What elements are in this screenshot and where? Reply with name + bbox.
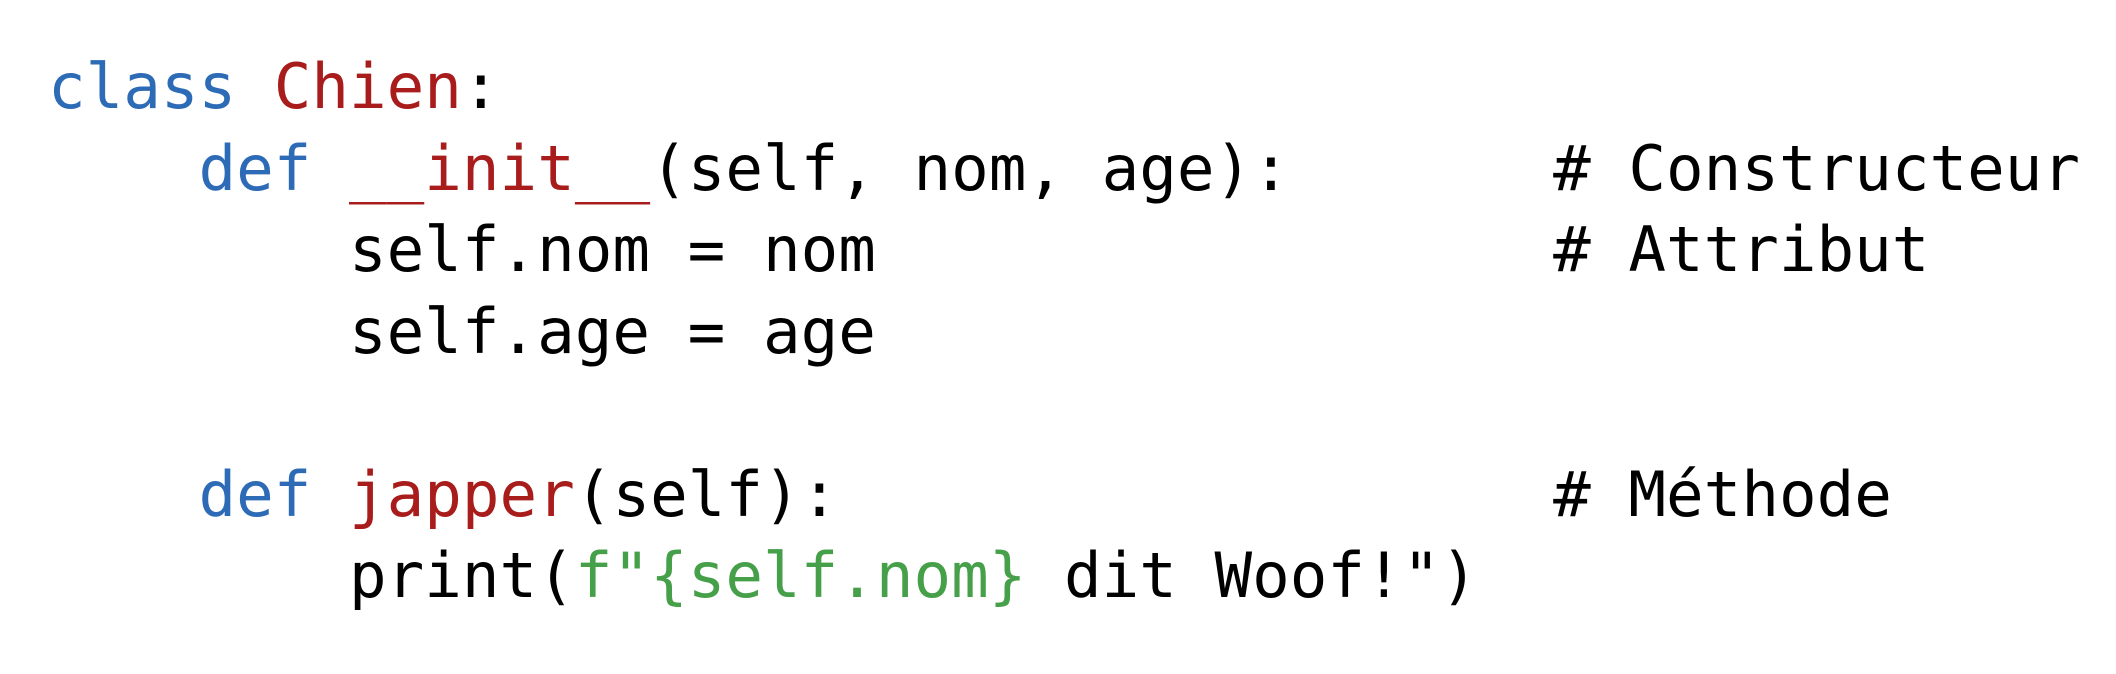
code-token-name: japper xyxy=(349,457,575,531)
code-block: class Chien: def __init__(self, nom, age… xyxy=(48,46,2080,617)
code-token-plain: dit Woof!") xyxy=(1026,539,1478,612)
code-line: self.nom = nom # Attribut xyxy=(48,209,2080,291)
code-line: def japper(self): # Méthode xyxy=(48,454,2080,536)
code-token-keyword: class xyxy=(48,50,237,123)
code-token-fstring: f"{self.nom} xyxy=(574,539,1027,612)
code-token-name: __init__ xyxy=(349,131,651,205)
code-line: print(f"{self.nom} dit Woof!") xyxy=(48,535,2080,617)
code-token-keyword: def xyxy=(198,457,312,531)
code-comment: # Méthode xyxy=(1553,457,1892,531)
code-line: self.age = age xyxy=(48,291,2080,373)
code-token-plain: print( xyxy=(349,539,575,612)
code-token-plain: (self, nom, age): xyxy=(650,131,1290,205)
code-comment: # Attribut xyxy=(1553,213,1930,286)
code-line: def __init__(self, nom, age): # Construc… xyxy=(48,128,2080,210)
code-comment: # Constructeur xyxy=(1553,131,2080,205)
code-token-name: Chien xyxy=(273,50,462,123)
code-token-plain: self.nom = nom xyxy=(349,213,876,286)
code-token-plain: (self): xyxy=(574,457,839,531)
code-token-plain: self.age = age xyxy=(349,294,876,368)
code-token-keyword: def xyxy=(198,131,312,205)
code-line: class Chien: xyxy=(48,46,2080,128)
code-token-plain: : xyxy=(461,50,500,123)
